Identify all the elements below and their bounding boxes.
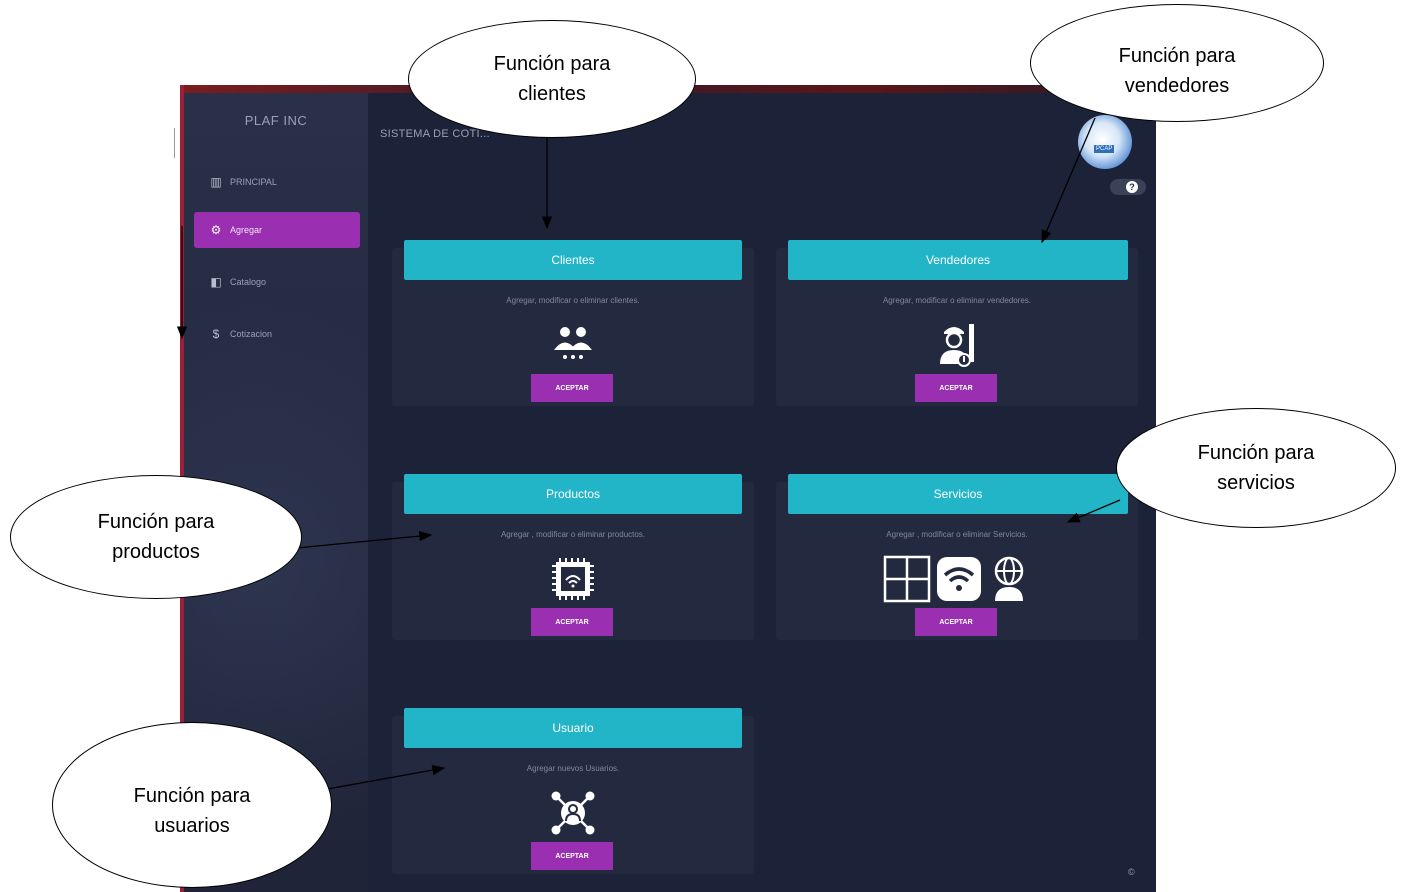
callout-productos: Función para productos — [10, 475, 302, 599]
callout-text: Función para clientes — [493, 53, 611, 105]
callout-text: Función para vendedores — [1118, 45, 1236, 97]
arrow-usuarios — [321, 764, 446, 791]
arrow-productos — [295, 530, 433, 549]
callout-clientes: Función para clientes — [408, 20, 696, 138]
callout-vendedores: Función para vendedores — [1030, 4, 1324, 122]
callout-text: Función para servicios — [1197, 442, 1315, 494]
callout-text: Función para productos — [97, 511, 215, 563]
callout-text: Función para usuarios — [133, 785, 251, 837]
arrow-servicios — [1066, 499, 1121, 523]
callout-usuarios: Función para usuarios — [52, 722, 332, 888]
callout-servicios: Función para servicios — [1116, 408, 1396, 528]
arrow-vendedores — [1041, 117, 1096, 244]
